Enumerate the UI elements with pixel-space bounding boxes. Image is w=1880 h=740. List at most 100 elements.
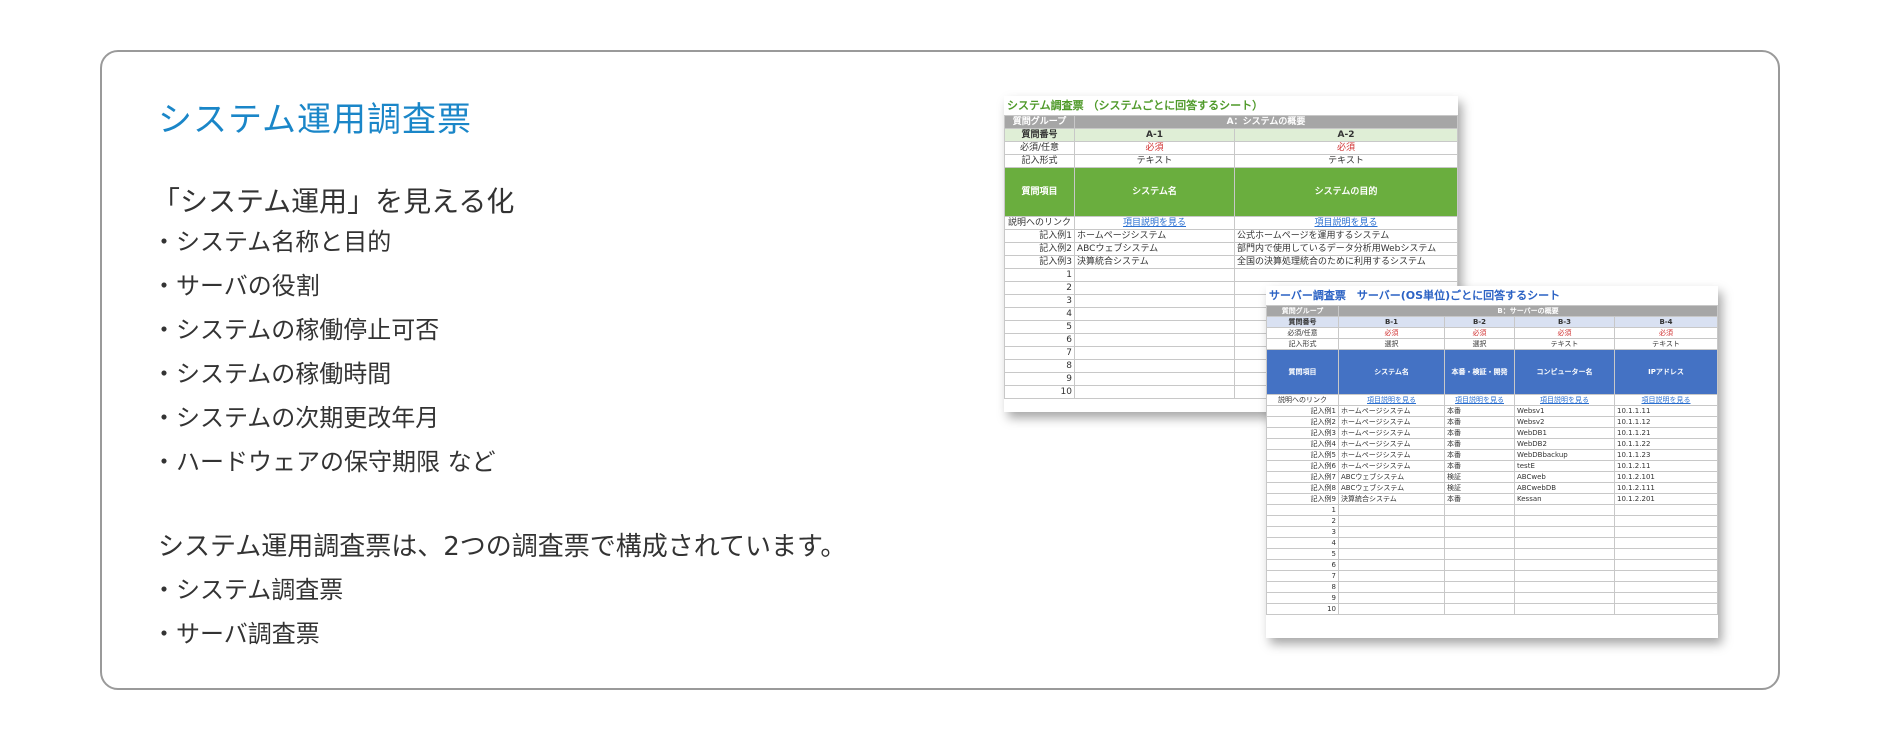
empty-cell[interactable] [1514, 504, 1615, 516]
empty-cell[interactable] [1444, 559, 1515, 571]
empty-cell[interactable] [1074, 385, 1235, 399]
item-link[interactable]: 項目説明を見る [1338, 394, 1445, 406]
item-link[interactable]: 項目説明を見る [1234, 216, 1458, 230]
empty-cell[interactable] [1514, 537, 1615, 549]
feature-list: システム名称と目的 サーバの役割 システムの稼働停止可否 システムの稼働時間 シ… [152, 220, 496, 484]
row-number: 6 [1266, 559, 1339, 571]
empty-cell[interactable] [1338, 592, 1445, 604]
empty-cell[interactable] [1614, 592, 1718, 604]
example-cell: WebDBbackup [1514, 449, 1615, 461]
example-label: 記入例3 [1266, 427, 1339, 439]
empty-cell[interactable] [1514, 603, 1615, 615]
empty-cell[interactable] [1514, 515, 1615, 527]
empty-cell[interactable] [1614, 526, 1718, 538]
empty-cell[interactable] [1338, 603, 1445, 615]
empty-cell[interactable] [1338, 526, 1445, 538]
example-cell: testE [1514, 460, 1615, 472]
empty-cell[interactable] [1614, 581, 1718, 593]
empty-cell[interactable] [1614, 559, 1718, 571]
empty-cell[interactable] [1514, 592, 1615, 604]
qno-label: 質問番号 [1004, 128, 1075, 142]
example-label: 記入例6 [1266, 460, 1339, 472]
example-cell: 全国の決算処理統合のために利用するシステム [1234, 255, 1458, 269]
empty-cell[interactable] [1338, 548, 1445, 560]
example-cell: 部門内で使用しているデータ分析用Webシステム [1234, 242, 1458, 256]
example-cell: ABCウェブシステム [1338, 471, 1445, 483]
empty-cell[interactable] [1338, 504, 1445, 516]
item-link[interactable]: 項目説明を見る [1444, 394, 1515, 406]
empty-cell[interactable] [1338, 537, 1445, 549]
example-cell: ホームページシステム [1074, 229, 1235, 243]
row-number: 3 [1004, 294, 1075, 308]
empty-cell[interactable] [1338, 570, 1445, 582]
empty-cell[interactable] [1514, 570, 1615, 582]
empty-cell[interactable] [1074, 307, 1235, 321]
feature-item: システムの稼働停止可否 [152, 308, 496, 352]
empty-cell[interactable] [1614, 515, 1718, 527]
empty-cell[interactable] [1234, 268, 1458, 282]
empty-cell[interactable] [1444, 570, 1515, 582]
empty-cell[interactable] [1074, 372, 1235, 386]
example-cell: 決算統合システム [1338, 493, 1445, 505]
example-cell: 10.1.1.21 [1614, 427, 1718, 439]
empty-cell[interactable] [1074, 281, 1235, 295]
empty-cell[interactable] [1074, 359, 1235, 373]
empty-cell[interactable] [1444, 592, 1515, 604]
empty-cell[interactable] [1338, 515, 1445, 527]
empty-cell[interactable] [1614, 603, 1718, 615]
example-cell: ABCウェブシステム [1338, 482, 1445, 494]
example-cell: WebDB1 [1514, 427, 1615, 439]
req-cell: 必須 [1514, 327, 1615, 339]
empty-cell[interactable] [1444, 537, 1515, 549]
qno-cell: A-2 [1234, 128, 1458, 142]
empty-cell[interactable] [1444, 515, 1515, 527]
example-cell: 検証 [1444, 471, 1515, 483]
example-label: 記入例9 [1266, 493, 1339, 505]
item-link[interactable]: 項目説明を見る [1614, 394, 1718, 406]
empty-cell[interactable] [1338, 559, 1445, 571]
empty-cell[interactable] [1614, 548, 1718, 560]
item-link[interactable]: 項目説明を見る [1514, 394, 1615, 406]
section-subtitle: 「システム運用」を見える化 [152, 185, 515, 218]
server-sheet-thumbnail: サーバー調査票 サーバー(OS単位)ごとに回答するシート 質問グループ B：サー… [1266, 286, 1718, 638]
empty-cell[interactable] [1614, 570, 1718, 582]
qno-cell: B-2 [1444, 316, 1515, 328]
fmt-cell: テキスト [1074, 154, 1235, 168]
row-number: 6 [1004, 333, 1075, 347]
sheet-list-item: システム調査票 [152, 568, 343, 612]
item-link[interactable]: 項目説明を見る [1074, 216, 1235, 230]
empty-cell[interactable] [1074, 268, 1235, 282]
empty-cell[interactable] [1444, 603, 1515, 615]
empty-cell[interactable] [1514, 559, 1615, 571]
empty-cell[interactable] [1444, 548, 1515, 560]
page-title: システム運用調査票 [158, 100, 472, 140]
feature-item: サーバの役割 [152, 264, 496, 308]
example-cell: 10.1.1.11 [1614, 405, 1718, 417]
empty-cell[interactable] [1074, 346, 1235, 360]
empty-cell[interactable] [1074, 294, 1235, 308]
fmt-cell: テキスト [1234, 154, 1458, 168]
empty-cell[interactable] [1514, 581, 1615, 593]
fmt-cell: テキスト [1614, 338, 1718, 350]
example-cell: 本番 [1444, 416, 1515, 428]
empty-cell[interactable] [1614, 537, 1718, 549]
example-label: 記入例2 [1004, 242, 1075, 256]
row-number: 5 [1004, 320, 1075, 334]
fmt-cell: 選択 [1338, 338, 1445, 350]
empty-cell[interactable] [1338, 581, 1445, 593]
example-label: 記入例2 [1266, 416, 1339, 428]
group-value: A：システムの概要 [1074, 115, 1458, 129]
item-header: システム名 [1074, 167, 1235, 217]
group-label: 質問グループ [1266, 305, 1339, 317]
empty-cell[interactable] [1614, 504, 1718, 516]
empty-cell[interactable] [1074, 320, 1235, 334]
example-cell: 本番 [1444, 460, 1515, 472]
req-cell: 必須 [1338, 327, 1445, 339]
item-header: IPアドレス [1614, 349, 1718, 395]
empty-cell[interactable] [1444, 526, 1515, 538]
empty-cell[interactable] [1074, 333, 1235, 347]
empty-cell[interactable] [1514, 526, 1615, 538]
empty-cell[interactable] [1514, 548, 1615, 560]
empty-cell[interactable] [1444, 504, 1515, 516]
empty-cell[interactable] [1444, 581, 1515, 593]
